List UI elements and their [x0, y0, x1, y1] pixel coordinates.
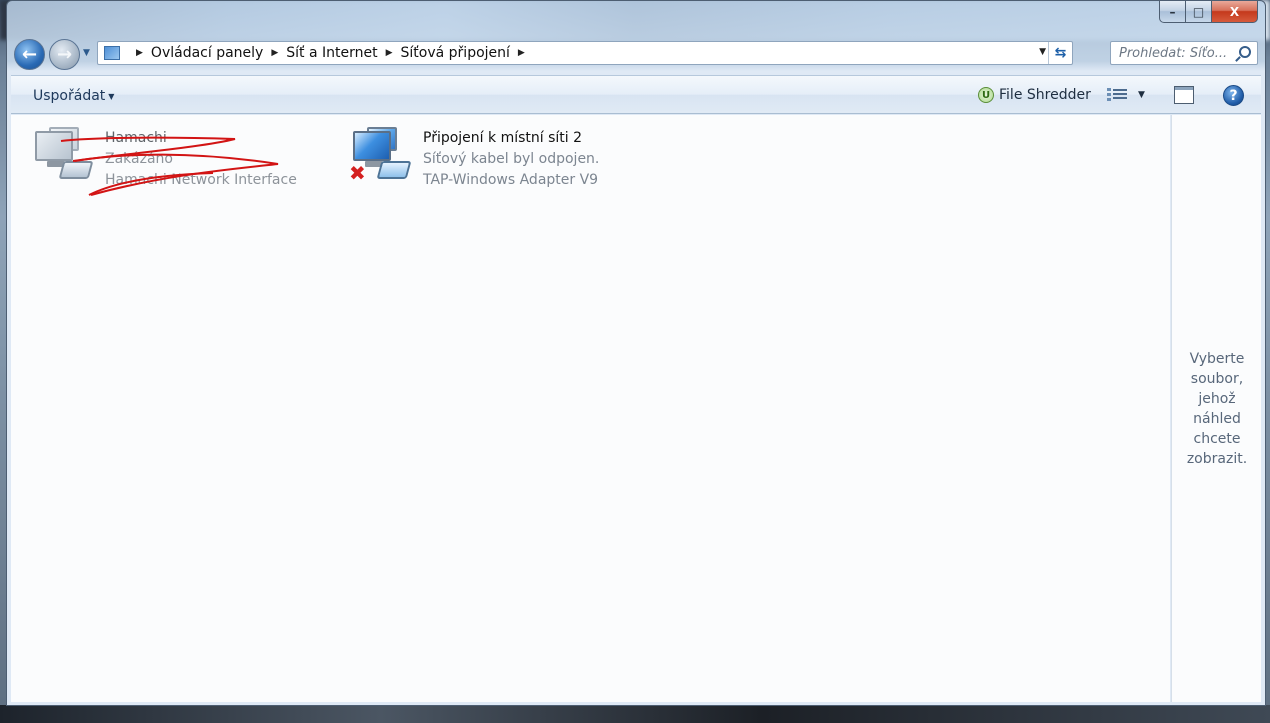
- connection-status: Síťový kabel byl odpojen.: [423, 151, 600, 167]
- network-adapter-icon: ✖: [349, 127, 413, 185]
- explorer-window: – □ X ← → ▼ ▶ Ovládací panely ▶ Síť a In…: [6, 0, 1266, 706]
- breadcrumb-network-internet[interactable]: Síť a Internet: [286, 45, 377, 61]
- search-icon[interactable]: [1239, 46, 1251, 58]
- preview-line: chcete: [1193, 431, 1241, 447]
- help-icon[interactable]: ?: [1223, 85, 1244, 106]
- preview-line: zobrazit.: [1186, 451, 1248, 467]
- chevron-down-icon: ▼: [108, 91, 115, 101]
- close-button[interactable]: X: [1212, 1, 1258, 23]
- file-shredder-icon: U: [978, 87, 994, 103]
- network-cable-icon: [58, 161, 94, 179]
- connection-status: Zakázáno: [105, 151, 173, 167]
- preview-line: jehož: [1198, 391, 1236, 407]
- preview-line: Vyberte: [1189, 351, 1245, 367]
- connection-device: Hamachi Network Interface: [105, 172, 297, 188]
- address-bar[interactable]: ▶ Ovládací panely ▶ Síť a Internet ▶ Síť…: [97, 41, 1073, 65]
- connection-device: TAP-Windows Adapter V9: [423, 172, 599, 188]
- taskbar-background: [0, 705, 1270, 723]
- chevron-right-icon[interactable]: ▶: [271, 48, 278, 58]
- view-options-dropdown[interactable]: ▼: [1138, 90, 1145, 100]
- arrow-left-icon: ←: [21, 44, 38, 65]
- disconnected-x-icon: ✖: [349, 161, 366, 185]
- breadcrumb-network-connections[interactable]: Síťová připojení: [401, 45, 510, 61]
- organize-button[interactable]: Uspořádat ▼: [33, 88, 114, 104]
- maximize-button[interactable]: □: [1186, 1, 1212, 23]
- change-view-icon[interactable]: [1107, 87, 1127, 104]
- arrow-right-icon: →: [56, 44, 73, 65]
- back-button[interactable]: ←: [14, 39, 45, 70]
- preview-line: soubor,: [1190, 371, 1244, 387]
- chevron-right-icon[interactable]: ▶: [518, 48, 525, 58]
- preview-pane: Vyberte soubor, jehož náhled chcete zobr…: [1171, 115, 1261, 702]
- breadcrumb-control-panel[interactable]: Ovládací panely: [151, 45, 263, 61]
- file-shredder-button[interactable]: U File Shredder: [978, 87, 1091, 103]
- connection-name: Připojení k místní síti 2: [423, 130, 583, 146]
- preview-pane-message: Vyberte soubor, jehož náhled chcete zobr…: [1172, 349, 1262, 469]
- preview-line: náhled: [1193, 411, 1241, 427]
- navigation-bar: ← → ▼ ▶ Ovládací panely ▶ Síť a Internet…: [7, 37, 1265, 71]
- search-input[interactable]: Prohledat: Síťo...: [1119, 46, 1227, 61]
- control-panel-icon: [104, 46, 120, 60]
- command-bar: Uspořádat ▼ U File Shredder ▼ ?: [11, 75, 1261, 114]
- chevron-right-icon[interactable]: ▶: [136, 48, 143, 58]
- file-shredder-label: File Shredder: [999, 87, 1091, 103]
- organize-label: Uspořádat: [33, 88, 106, 104]
- preview-pane-toggle-icon[interactable]: [1174, 86, 1194, 104]
- network-adapter-icon: [33, 127, 95, 185]
- recent-pages-dropdown[interactable]: ▼: [83, 48, 90, 58]
- search-box[interactable]: Prohledat: Síťo...: [1110, 41, 1258, 65]
- connection-name: Hamachi: [105, 130, 167, 146]
- connections-list[interactable]: Hamachi Zakázáno Hamachi Network Interfa…: [11, 115, 1170, 702]
- address-history-dropdown[interactable]: ▼: [1039, 47, 1046, 57]
- network-cable-icon: [376, 161, 412, 179]
- refresh-button[interactable]: ⇆: [1048, 42, 1072, 64]
- chevron-right-icon[interactable]: ▶: [386, 48, 393, 58]
- caption-buttons: – □ X: [1159, 1, 1258, 23]
- forward-button[interactable]: →: [49, 39, 80, 70]
- minimize-button[interactable]: –: [1159, 1, 1186, 23]
